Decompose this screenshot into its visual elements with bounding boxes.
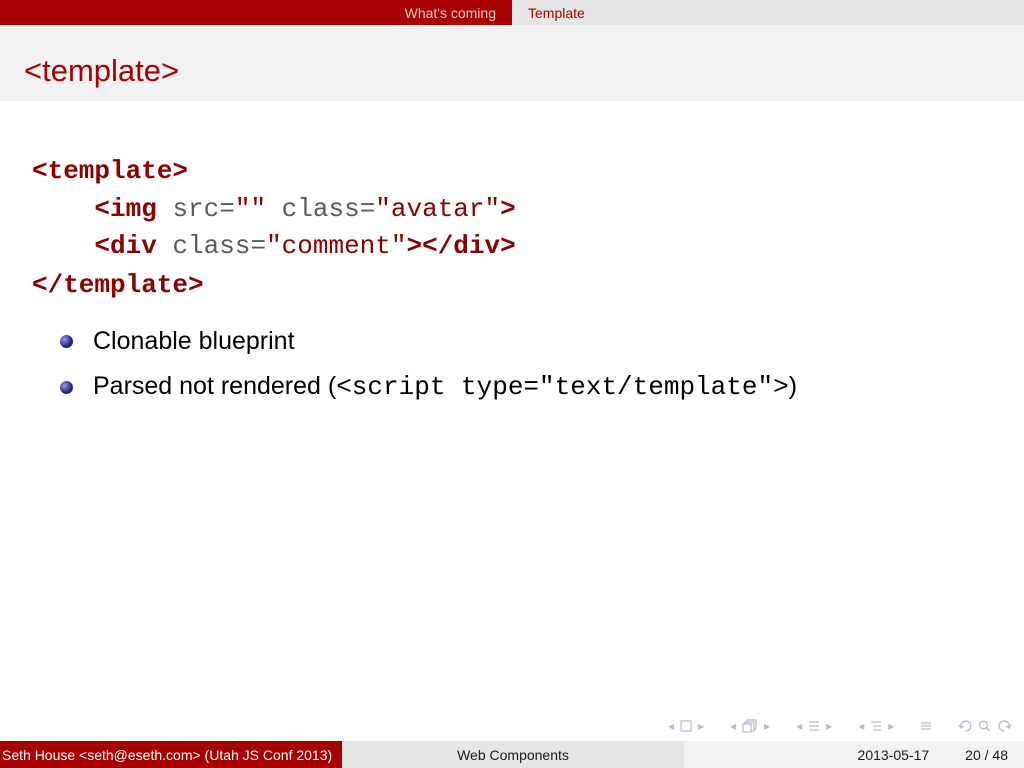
frame-title: <template>: [24, 53, 180, 88]
footer-right: 2013-05-17 20 / 48: [684, 741, 1024, 768]
footer-date: 2013-05-17: [857, 746, 930, 763]
bullet-text-suffix: ): [788, 372, 798, 400]
bullet-ball-icon: [60, 380, 73, 394]
bullet-list: Clonable blueprint Parsed not rendered (…: [60, 320, 797, 412]
footer: Seth House <seth@eseth.com> (Utah JS Con…: [0, 741, 1024, 768]
code-tag-img-close: >: [500, 194, 516, 224]
subsection-list-icon[interactable]: [870, 717, 882, 735]
bullet-text: Parsed not rendered (<script type="text/…: [93, 372, 797, 402]
code-value-avatar: "avatar": [375, 194, 501, 224]
code-value-comment: "comment": [266, 231, 407, 261]
nav-section-whats-coming[interactable]: What's coming: [405, 5, 496, 21]
code-line-3: <div class="comment"></div>: [32, 227, 516, 266]
arrow-right-icon[interactable]: ▸: [764, 717, 770, 735]
footer-page-number: 20 / 48: [965, 746, 1008, 763]
code-value-src: "": [234, 194, 267, 224]
bullet-code: <script type="text/template">: [336, 372, 789, 402]
bullet-ball-icon: [60, 334, 73, 348]
nav-right-panel: Template: [512, 0, 1024, 25]
subsection-icon[interactable]: [742, 717, 758, 735]
list-item: Parsed not rendered (<script type="text/…: [60, 366, 797, 408]
code-tag-template-open: <template>: [32, 156, 189, 186]
arrow-left-icon[interactable]: ◂: [796, 717, 802, 735]
navigation-symbols: ◂ ▸ ◂ ▸ ◂ ▸ ◂ ▸: [668, 716, 1018, 736]
bullet-text-prefix: Parsed not rendered (: [93, 372, 337, 400]
code-line-2: <img src="" class="avatar">: [32, 190, 516, 227]
nav-left-panel: What's coming: [0, 0, 512, 25]
code-tag-div: <div: [94, 231, 157, 261]
code-line-1: <template>: [32, 152, 516, 190]
footer-title: Web Components: [342, 741, 684, 768]
frame-icon[interactable]: [680, 717, 692, 735]
code-line-4: </template>: [32, 266, 516, 304]
arrow-right-icon[interactable]: ▸: [888, 717, 894, 735]
footer-author: Seth House <seth@eseth.com> (Utah JS Con…: [0, 741, 342, 768]
code-attr-src: src=: [156, 194, 235, 224]
code-tag-div-close: ></div>: [406, 231, 516, 261]
code-attr-class: class=: [266, 194, 376, 224]
list-item: Clonable blueprint: [60, 320, 797, 362]
nav-section-template[interactable]: Template: [528, 5, 585, 21]
arrow-left-icon[interactable]: ◂: [730, 717, 736, 735]
arrow-right-icon[interactable]: ▸: [826, 717, 832, 735]
code-block: <template> <img src="" class="avatar"> <…: [32, 152, 516, 304]
arrow-left-icon[interactable]: ◂: [858, 717, 864, 735]
forward-icon[interactable]: [998, 717, 1012, 735]
bullet-text: Clonable blueprint: [93, 326, 295, 355]
section-navigation: What's coming Template: [0, 0, 1024, 25]
section-icon[interactable]: [808, 717, 820, 735]
search-icon[interactable]: [978, 717, 992, 735]
back-icon[interactable]: [958, 717, 972, 735]
frame-title-bar: <template>: [0, 25, 1024, 101]
code-attr-class: class=: [156, 231, 267, 261]
code-tag-img: <img: [94, 194, 157, 224]
align-icon[interactable]: [920, 717, 932, 735]
arrow-right-icon[interactable]: ▸: [698, 717, 704, 735]
code-tag-template-close: </template>: [32, 270, 204, 300]
arrow-left-icon[interactable]: ◂: [668, 717, 674, 735]
